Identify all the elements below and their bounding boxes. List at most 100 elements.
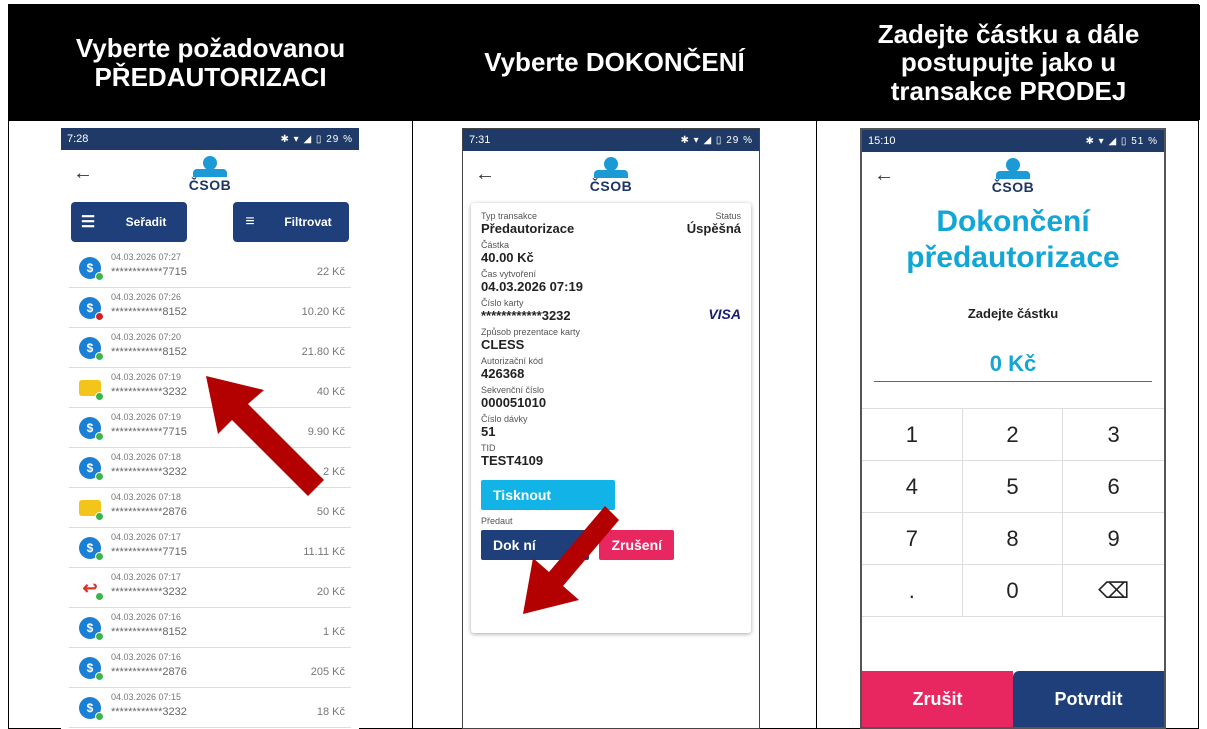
list-icon: ☰	[80, 214, 96, 231]
auth-code-label: Autorizační kód	[481, 356, 544, 366]
tx-amount: 1 Kč	[322, 626, 345, 638]
filter-button[interactable]: ≡ Filtrovat	[233, 202, 349, 242]
key-6[interactable]: 6	[1063, 461, 1164, 513]
tx-card: ************2876	[111, 666, 187, 678]
card-row: Číslo karty ************3232 VISA	[481, 298, 741, 327]
amount-underline	[874, 381, 1152, 382]
transaction-row[interactable]: $04.03.2026 07:17 ************7715 11.11 K…	[69, 528, 351, 568]
success-badge-icon	[95, 712, 104, 721]
complete-button[interactable]: Dok ní	[481, 530, 589, 560]
created-value: 04.03.2026 07:19	[481, 279, 583, 294]
type-label: Typ transakce	[481, 211, 538, 221]
tx-card: ************7715	[111, 266, 187, 278]
sequence-label: Sekvenční číslo	[481, 385, 545, 395]
status-icons: ✱ ▾ ◢ ▯ 29 %	[680, 134, 753, 146]
key-2[interactable]: 2	[962, 409, 1064, 461]
back-arrow-icon[interactable]: ←	[874, 164, 894, 187]
transaction-row[interactable]: $04.03.2026 07:19 ************7715 9.90 Kč	[69, 408, 351, 448]
error-badge-icon	[95, 312, 104, 321]
key-3[interactable]: 3	[1063, 409, 1164, 461]
success-badge-icon	[95, 472, 104, 481]
tx-date: 04.03.2026 07:16	[111, 612, 182, 622]
status-icons: ✱ ▾ ◢ ▯ 51 %	[1085, 135, 1158, 147]
type-value: Předautorizace	[481, 221, 575, 236]
back-arrow-icon[interactable]: ←	[73, 162, 93, 185]
header-text: Vyberte DOKONČENÍ	[484, 47, 745, 78]
transaction-row[interactable]: $04.03.2026 07:20 ************8152 21.80 K…	[69, 328, 351, 368]
card-label: Číslo karty	[481, 298, 524, 308]
tx-amount: 11.11 Kč	[303, 546, 345, 558]
tx-amount: 10.20 Kč	[301, 306, 345, 318]
transaction-row-preauth[interactable]: 04.03.2026 07:18 ************2876 50 Kč	[69, 488, 351, 528]
created-label: Čas vytvoření	[481, 269, 537, 279]
logo-text: ČSOB	[991, 179, 1035, 195]
tx-amount: 22 Kč	[316, 266, 345, 278]
list-toolbar: ☰ Seřadit ≡ Filtrovat	[61, 202, 359, 242]
status-time: 15:10	[868, 135, 896, 147]
filter-label: Filtrovat	[284, 215, 332, 229]
presentation-label: Způsob prezentace karty	[481, 327, 581, 337]
transaction-row[interactable]: $04.03.2026 07:16 ************8152 1 Kč	[69, 608, 351, 648]
phone-transaction-detail: 7:31 ✱ ▾ ◢ ▯ 29 % ← ČSOB Typ transakce Př…	[462, 128, 760, 729]
success-badge-icon	[95, 432, 104, 441]
sequence-value: 000051010	[481, 395, 547, 410]
header-step-3: Zadejte částku a dále postupujte jako u …	[817, 5, 1200, 120]
header-step-2: Vyberte DOKONČENÍ	[413, 5, 816, 120]
transaction-row[interactable]: $04.03.2026 07:27 ************7715 22 Kč	[69, 248, 351, 288]
key-7[interactable]: 7	[862, 513, 963, 565]
transaction-row[interactable]: $04.03.2026 07:26 ************8152 10.20 K…	[69, 288, 351, 328]
preauth-section-label: Předaut	[481, 516, 513, 526]
tx-card: ************3232	[111, 706, 187, 718]
status-time: 7:28	[67, 133, 89, 145]
tx-date: 04.03.2026 07:20	[111, 332, 182, 342]
sort-button[interactable]: ☰ Seřadit	[71, 202, 187, 242]
key-0[interactable]: 0	[962, 565, 1064, 617]
tx-card: ************8152	[111, 306, 187, 318]
amount-display[interactable]: 0 Kč	[862, 351, 1164, 377]
key-4[interactable]: 4	[862, 461, 963, 513]
tx-date: 04.03.2026 07:19	[111, 372, 182, 382]
key-decimal[interactable]: .	[862, 565, 963, 617]
app-bar: ← ČSOB	[61, 150, 359, 202]
tx-amount: 2 Kč	[322, 466, 345, 478]
title-line-1: Dokončení	[936, 205, 1090, 238]
visa-logo: VISA	[708, 306, 741, 322]
status-bar: 15:10 ✱ ▾ ◢ ▯ 51 %	[862, 130, 1164, 152]
tx-card: ************8152	[111, 346, 187, 358]
tx-date: 04.03.2026 07:16	[111, 652, 182, 662]
key-8[interactable]: 8	[962, 513, 1064, 565]
tid-value: TEST4109	[481, 453, 544, 468]
confirm-button[interactable]: Potvrdit	[1013, 671, 1164, 727]
back-arrow-icon[interactable]: ←	[475, 163, 495, 186]
tx-date: 04.03.2026 07:27	[111, 252, 182, 262]
status-bar: 7:28 ✱ ▾ ◢ ▯ 29 %	[61, 128, 359, 150]
batch-value: 51	[481, 424, 496, 439]
transaction-row[interactable]: ↩ 04.03.2026 07:17 ************3232 20 Kč	[69, 568, 351, 608]
transaction-row[interactable]: $04.03.2026 07:16 ************2876 205 Kč	[69, 648, 351, 688]
filter-icon: ≡	[245, 213, 255, 230]
action-bar: Zrušit Potvrdit	[862, 671, 1164, 727]
app-bar: ← ČSOB	[862, 152, 1164, 204]
amount-prompt: Zadejte částku	[967, 306, 1059, 321]
tx-amount: 21.80 Kč	[301, 346, 345, 358]
cancel-button[interactable]: Zrušit	[862, 671, 1013, 727]
backspace-icon[interactable]: ⌫	[1063, 565, 1164, 617]
success-badge-icon	[95, 352, 104, 361]
tx-card: ************7715	[111, 546, 187, 558]
transaction-row-preauth[interactable]: 04.03.2026 07:19 ************3232 40 Kč	[69, 368, 351, 408]
tx-amount: 20 Kč	[316, 586, 345, 598]
void-button[interactable]: Zrušení	[599, 530, 675, 560]
transaction-detail-card: Typ transakce Předautorizace Status Úspěšn…	[471, 203, 751, 633]
key-1[interactable]: 1	[862, 409, 963, 461]
key-5[interactable]: 5	[962, 461, 1064, 513]
status-bar: 7:31 ✱ ▾ ◢ ▯ 29 %	[463, 129, 759, 151]
transaction-row[interactable]: $04.03.2026 07:18 ************3232 2 Kč	[69, 448, 351, 488]
print-button[interactable]: Tisknout	[481, 480, 615, 510]
key-9[interactable]: 9	[1063, 513, 1164, 565]
column-divider	[816, 5, 817, 728]
card-value: ************3232	[481, 308, 571, 323]
success-badge-icon	[95, 392, 104, 401]
transaction-row[interactable]: $04.03.2026 07:15 ************3232 18 Kč	[69, 688, 351, 728]
tx-amount: 18 Kč	[316, 706, 345, 718]
tx-date: 04.03.2026 07:18	[111, 452, 182, 462]
